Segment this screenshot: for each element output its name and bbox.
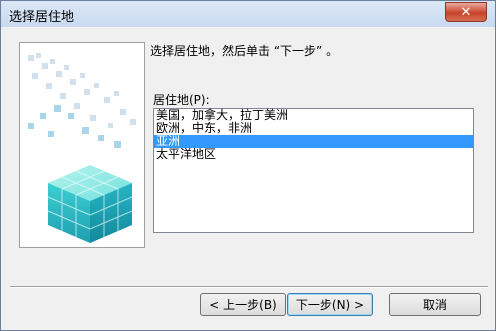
close-button[interactable]: ✕	[445, 2, 487, 22]
window-title: 选择居住地	[9, 10, 75, 25]
dialog-window: 选择居住地 ✕ 选择居住地，然后单击 “下一步” 。 居住地(P): 美国，加拿…	[0, 0, 496, 331]
wizard-illustration	[19, 42, 145, 248]
back-button[interactable]: < 上一步(B)	[200, 293, 286, 316]
next-button[interactable]: 下一步(N) >	[287, 293, 373, 316]
residence-list-label: 居住地(P):	[153, 93, 210, 107]
dialog-content: 选择居住地，然后单击 “下一步” 。 居住地(P): 美国，加拿大，拉丁美洲 欧…	[2, 28, 494, 329]
list-item-europe[interactable]: 欧洲，中东，非洲	[154, 122, 473, 135]
list-item-pacific[interactable]: 太平洋地区	[154, 148, 473, 161]
instruction-text: 选择居住地，然后单击 “下一步” 。	[150, 44, 339, 58]
button-separator	[10, 286, 488, 288]
title-bar[interactable]: 选择居住地 ✕	[1, 1, 495, 27]
residence-listbox[interactable]: 美国，加拿大，拉丁美洲 欧洲，中东，非洲 亚洲 太平洋地区	[153, 108, 474, 233]
close-icon: ✕	[460, 4, 472, 20]
cubes-illustration-icon	[28, 53, 136, 243]
cancel-button[interactable]: 取消	[389, 293, 481, 316]
